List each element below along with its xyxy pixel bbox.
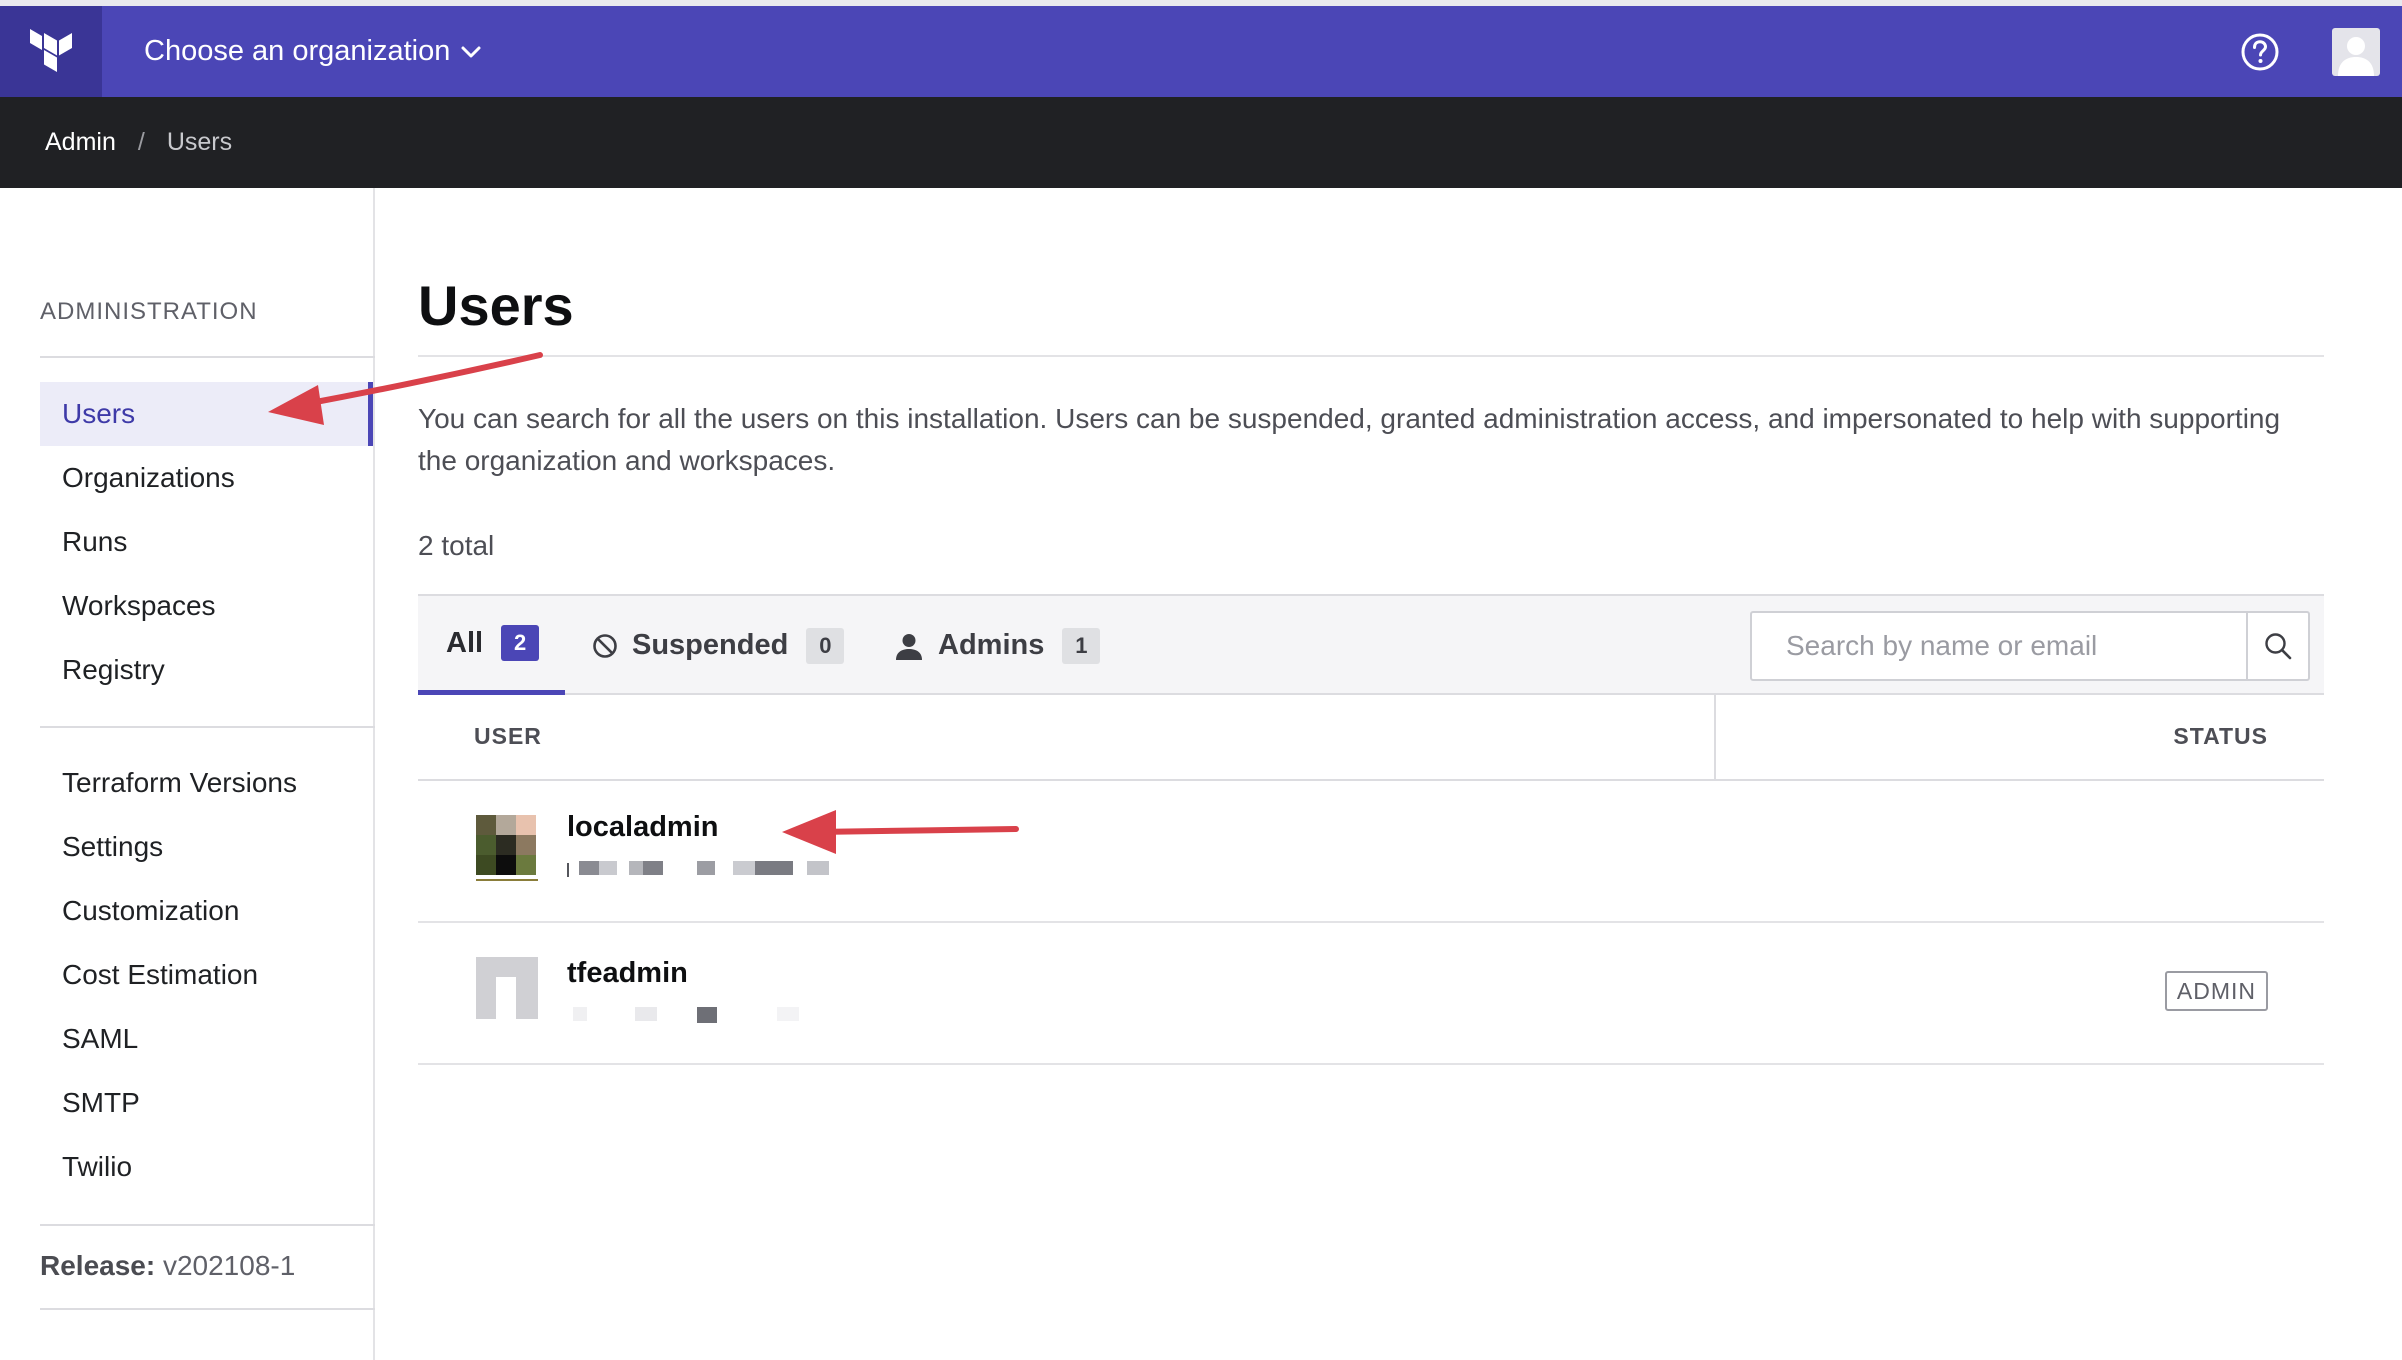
admin-sidebar: ADMINISTRATION Users Organizations Runs … <box>0 188 375 1360</box>
release-version: Release: v202108-1 <box>40 1250 295 1282</box>
users-table: All 2 Suspended 0 Admins 1 Search by nam… <box>418 594 2324 1065</box>
page-description: You can search for all the users on this… <box>418 403 2281 476</box>
user-avatar <box>476 957 538 1019</box>
org-switcher-label: Choose an organization <box>144 35 451 67</box>
search-input[interactable] <box>1752 613 2246 679</box>
column-divider <box>1714 695 1716 781</box>
search-icon <box>2265 633 2292 660</box>
sidebar-item-terraform-versions[interactable]: Terraform Versions <box>40 751 373 815</box>
sidebar-divider <box>40 726 375 728</box>
person-icon <box>896 633 922 660</box>
sidebar-divider <box>40 1308 375 1310</box>
sidebar-item-settings[interactable]: Settings <box>40 815 373 879</box>
tab-all[interactable]: All 2 <box>418 596 566 695</box>
user-search <box>1750 611 2310 681</box>
table-row[interactable]: tfeadmin ADMIN <box>418 923 2324 1065</box>
person-icon <box>2338 37 2374 76</box>
tab-label: Admins <box>938 629 1045 661</box>
search-button[interactable] <box>2246 613 2308 679</box>
redacted-email <box>567 861 829 877</box>
org-switcher-dropdown[interactable]: Choose an organization <box>144 6 482 97</box>
table-header: USER STATUS <box>418 695 2324 781</box>
table-row[interactable]: localadmin <box>418 781 2324 923</box>
sidebar-divider <box>40 356 375 358</box>
status-badge: ADMIN <box>2164 971 2268 1011</box>
terraform-logo-icon <box>30 28 72 72</box>
breadcrumb-admin-link[interactable]: Admin <box>45 128 116 157</box>
sidebar-item-saml[interactable]: SAML <box>40 1007 373 1071</box>
breadcrumb-separator: / <box>137 128 145 156</box>
release-value: v202108-1 <box>162 1250 296 1281</box>
breadcrumb: Admin / Users <box>0 97 2402 188</box>
tab-label: All <box>446 626 484 659</box>
user-avatar[interactable] <box>2332 28 2380 76</box>
column-header-status: STATUS <box>2173 723 2268 749</box>
redacted-email <box>573 1007 799 1023</box>
sidebar-item-customization[interactable]: Customization <box>40 879 373 943</box>
terraform-logo[interactable] <box>0 6 102 97</box>
column-header-user: USER <box>474 723 542 749</box>
sidebar-item-runs[interactable]: Runs <box>40 510 373 574</box>
sidebar-item-organizations[interactable]: Organizations <box>40 446 373 510</box>
sidebar-item-users[interactable]: Users <box>40 382 373 446</box>
help-icon[interactable] <box>2240 32 2280 72</box>
count-badge: 0 <box>806 627 845 664</box>
tab-label: Suspended <box>632 629 789 661</box>
release-label: Release: <box>40 1250 156 1281</box>
breadcrumb-current-page: Users <box>166 128 233 156</box>
sidebar-item-workspaces[interactable]: Workspaces <box>40 574 373 638</box>
count-badge: 1 <box>1062 627 1101 664</box>
chevron-down-icon <box>461 46 481 57</box>
sidebar-item-cost-estimation[interactable]: Cost Estimation <box>40 943 373 1007</box>
user-name[interactable]: localadmin <box>567 811 719 844</box>
user-avatar <box>476 815 538 881</box>
tab-admins[interactable]: Admins 1 <box>894 596 1101 695</box>
prohibited-icon <box>593 633 617 658</box>
top-navigation-bar: Choose an organization <box>0 6 2402 97</box>
tab-suspended[interactable]: Suspended 0 <box>592 596 845 695</box>
title-divider <box>418 355 2324 357</box>
total-count: 2 total <box>418 530 495 561</box>
sidebar-item-twilio[interactable]: Twilio <box>40 1135 373 1199</box>
filter-tabs: All 2 Suspended 0 Admins 1 <box>418 594 2324 695</box>
user-name[interactable]: tfeadmin <box>567 957 688 990</box>
count-badge: 2 <box>501 625 540 661</box>
sidebar-heading: ADMINISTRATION <box>40 298 258 325</box>
sidebar-item-registry[interactable]: Registry <box>40 638 373 702</box>
sidebar-item-smtp[interactable]: SMTP <box>40 1071 373 1135</box>
page-title: Users <box>418 274 574 337</box>
sidebar-divider <box>40 1224 375 1226</box>
